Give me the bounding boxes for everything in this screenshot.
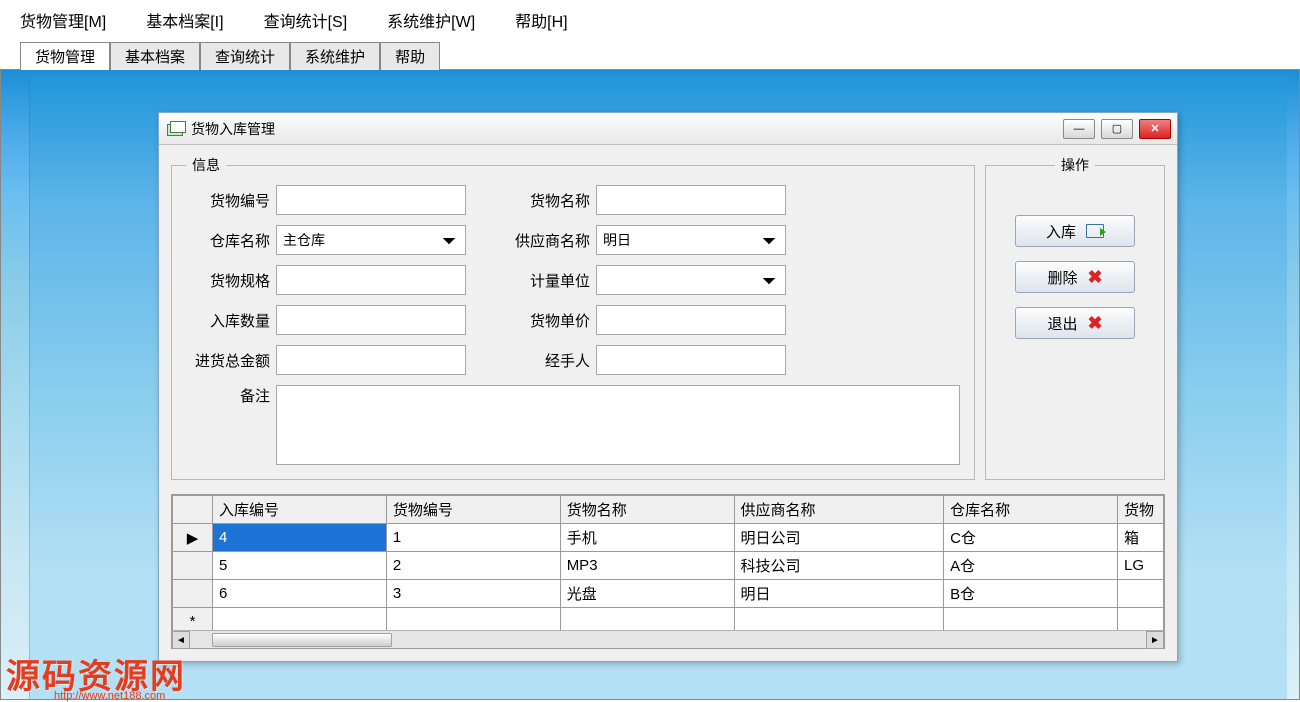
input-qty[interactable] <box>276 305 466 335</box>
input-total[interactable] <box>276 345 466 375</box>
input-handler[interactable] <box>596 345 786 375</box>
row-marker <box>173 552 213 580</box>
delete-button[interactable]: 删除✖ <box>1015 261 1135 293</box>
col-goods-extra[interactable]: 货物 <box>1118 496 1164 524</box>
label-qty: 入库数量 <box>186 310 276 331</box>
menu-goods[interactable]: 货物管理[M] <box>20 8 106 32</box>
select-supplier[interactable]: 明日 <box>596 225 786 255</box>
table-row[interactable]: ▶41手机明日公司C仓箱 <box>173 524 1164 552</box>
scroll-thumb[interactable] <box>212 633 392 647</box>
cell[interactable]: 4 <box>213 524 387 552</box>
label-warehouse: 仓库名称 <box>186 230 276 251</box>
cell[interactable]: 光盘 <box>560 580 734 608</box>
label-remark: 备注 <box>186 385 276 465</box>
tab-system[interactable]: 系统维护 <box>290 42 380 70</box>
row-marker: ▶ <box>173 524 213 552</box>
cell[interactable]: LG <box>1118 552 1164 580</box>
dialog-title: 货物入库管理 <box>191 119 275 139</box>
ops-group: 操作 入库 删除✖ 退出✖ <box>985 155 1165 480</box>
cell[interactable]: 科技公司 <box>734 552 944 580</box>
cell[interactable] <box>734 608 944 631</box>
close-button[interactable]: ✕ <box>1139 119 1171 139</box>
cell[interactable] <box>386 608 560 631</box>
menu-archive[interactable]: 基本档案[I] <box>146 8 223 32</box>
cell[interactable] <box>1118 608 1164 631</box>
cell[interactable]: A仓 <box>944 552 1118 580</box>
cell[interactable]: 3 <box>386 580 560 608</box>
tabbar: 货物管理 基本档案 查询统计 系统维护 帮助 <box>0 40 1300 70</box>
instore-icon <box>1086 224 1104 238</box>
cell[interactable]: 明日公司 <box>734 524 944 552</box>
select-unit[interactable] <box>596 265 786 295</box>
label-total: 进货总金额 <box>186 350 276 371</box>
cell[interactable]: 明日 <box>734 580 944 608</box>
goods-in-dialog: 货物入库管理 — ▢ ✕ 信息 货物编号 货物名称 仓库名称 主仓库 供应商名称 <box>158 112 1178 662</box>
label-unit: 计量单位 <box>506 270 596 291</box>
cell[interactable] <box>213 608 387 631</box>
maximize-button[interactable]: ▢ <box>1101 119 1133 139</box>
table-row[interactable]: * <box>173 608 1164 631</box>
col-goods-name[interactable]: 货物名称 <box>560 496 734 524</box>
menubar: 货物管理[M] 基本档案[I] 查询统计[S] 系统维护[W] 帮助[H] <box>0 0 1300 40</box>
label-supplier: 供应商名称 <box>506 230 596 251</box>
cell[interactable]: 1 <box>386 524 560 552</box>
minimize-button[interactable]: — <box>1063 119 1095 139</box>
input-price[interactable] <box>596 305 786 335</box>
label-handler: 经手人 <box>506 350 596 371</box>
row-marker: * <box>173 608 213 631</box>
input-goods-no[interactable] <box>276 185 466 215</box>
dialog-titlebar[interactable]: 货物入库管理 — ▢ ✕ <box>159 113 1177 145</box>
cell[interactable]: MP3 <box>560 552 734 580</box>
cell[interactable]: C仓 <box>944 524 1118 552</box>
menu-query[interactable]: 查询统计[S] <box>264 8 348 32</box>
select-warehouse[interactable]: 主仓库 <box>276 225 466 255</box>
label-spec: 货物规格 <box>186 270 276 291</box>
cell[interactable]: 6 <box>213 580 387 608</box>
menu-help[interactable]: 帮助[H] <box>515 8 567 32</box>
menu-system[interactable]: 系统维护[W] <box>387 8 475 32</box>
label-price: 货物单价 <box>506 310 596 331</box>
info-legend: 信息 <box>186 155 226 175</box>
ops-legend: 操作 <box>1055 155 1095 175</box>
scroll-left-icon[interactable]: ◄ <box>172 631 190 649</box>
tab-help[interactable]: 帮助 <box>380 42 440 70</box>
window-icon <box>167 122 185 136</box>
exit-button[interactable]: 退出✖ <box>1015 307 1135 339</box>
input-remark[interactable] <box>276 385 960 465</box>
scroll-right-icon[interactable]: ► <box>1146 631 1164 649</box>
cell[interactable] <box>1118 580 1164 608</box>
cell[interactable] <box>560 608 734 631</box>
table-row[interactable]: 63光盘明日B仓 <box>173 580 1164 608</box>
cell[interactable]: 5 <box>213 552 387 580</box>
cell[interactable]: 2 <box>386 552 560 580</box>
tab-goods[interactable]: 货物管理 <box>20 42 110 70</box>
row-header-blank <box>173 496 213 524</box>
horizontal-scrollbar[interactable]: ◄ ► <box>172 630 1164 648</box>
label-goods-no: 货物编号 <box>186 190 276 211</box>
input-spec[interactable] <box>276 265 466 295</box>
cell[interactable]: B仓 <box>944 580 1118 608</box>
info-group: 信息 货物编号 货物名称 仓库名称 主仓库 供应商名称 明日 货物规格 计量单位 <box>171 155 975 480</box>
instore-button[interactable]: 入库 <box>1015 215 1135 247</box>
watermark-url: http://www.net188.com <box>54 690 165 702</box>
data-grid[interactable]: 入库编号 货物编号 货物名称 供应商名称 仓库名称 货物 ▶41手机明日公司C仓… <box>171 494 1165 649</box>
cell[interactable] <box>944 608 1118 631</box>
table-row[interactable]: 52MP3科技公司A仓LG <box>173 552 1164 580</box>
tab-archive[interactable]: 基本档案 <box>110 42 200 70</box>
delete-icon: ✖ <box>1087 267 1102 288</box>
col-supplier[interactable]: 供应商名称 <box>734 496 944 524</box>
col-warehouse[interactable]: 仓库名称 <box>944 496 1118 524</box>
row-marker <box>173 580 213 608</box>
cell[interactable]: 箱 <box>1118 524 1164 552</box>
exit-icon: ✖ <box>1087 313 1102 334</box>
cell[interactable]: 手机 <box>560 524 734 552</box>
input-goods-name[interactable] <box>596 185 786 215</box>
col-goods-no[interactable]: 货物编号 <box>386 496 560 524</box>
tab-query[interactable]: 查询统计 <box>200 42 290 70</box>
label-goods-name: 货物名称 <box>506 190 596 211</box>
col-entry-no[interactable]: 入库编号 <box>213 496 387 524</box>
